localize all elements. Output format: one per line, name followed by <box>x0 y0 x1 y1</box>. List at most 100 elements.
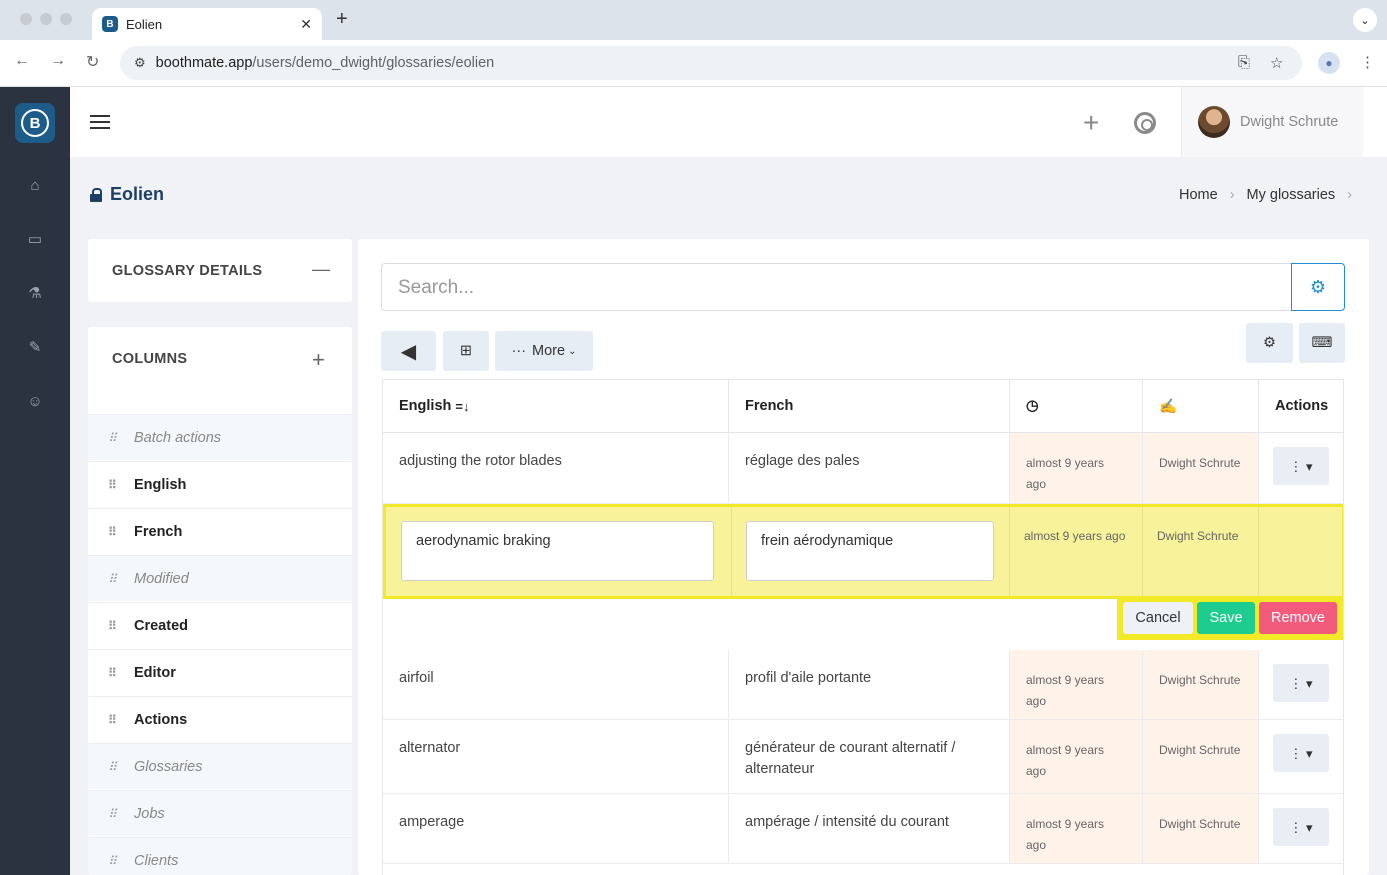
home-icon[interactable]: ⌂ <box>24 174 46 196</box>
glossary-main-card: Search... ⚙ ◀ ⊞ ··· More ⌄ ⚙ ⌨ English =… <box>358 239 1369 875</box>
english-cell: airfoil <box>383 650 729 720</box>
drag-handle-icon[interactable]: ⠿ <box>108 713 134 727</box>
column-toggle-item[interactable]: ⠿ Editor <box>88 649 352 695</box>
row-actions-dropdown-button[interactable]: ⋮ ▾ <box>1273 664 1329 702</box>
created-cell: almost 9 years ago <box>1010 720 1143 794</box>
gear-icon: ⚙ <box>1263 335 1276 351</box>
close-tab-icon[interactable]: ✕ <box>300 16 312 33</box>
editor-cell: Dwight Schrute <box>1143 433 1259 504</box>
reload-icon[interactable]: ↻ <box>86 52 99 72</box>
drag-handle-icon[interactable]: ⠿ <box>108 807 134 821</box>
column-toggle-label: Glossaries <box>134 758 203 775</box>
columns-title: COLUMNS <box>112 351 188 367</box>
add-column-button[interactable]: ⊞ <box>443 331 489 371</box>
site-info-icon[interactable]: ⚙ <box>134 55 146 71</box>
actions-cell: ⋮ ▾ <box>1259 650 1343 720</box>
url-field[interactable]: ⚙ boothmate.app/users/demo_dwight/glossa… <box>120 46 1302 80</box>
column-toggle-item[interactable]: ⠿ Jobs <box>88 790 352 836</box>
table-row-editing: aerodynamic braking frein aérodynamique al… <box>383 504 1343 599</box>
edit-action-bar: Cancel Save Remove <box>1117 596 1343 640</box>
column-toggle-item[interactable]: ⠿ Clients <box>88 837 352 875</box>
install-app-icon[interactable]: ⎘ <box>1238 54 1250 71</box>
column-toggle-item[interactable]: ⠿ Actions <box>88 696 352 742</box>
browser-tab[interactable]: B Eolien ✕ <box>92 8 322 40</box>
remove-button[interactable]: Remove <box>1259 602 1337 634</box>
chevron-right-icon: › <box>1347 187 1353 203</box>
lock-icon <box>90 187 102 202</box>
users-icon[interactable]: ☺ <box>24 390 46 412</box>
french-textarea[interactable]: frein aérodynamique <box>746 521 994 581</box>
drag-handle-icon[interactable]: ⠿ <box>108 619 134 633</box>
window-controls[interactable] <box>20 13 72 25</box>
clock-icon: ◷ <box>1026 398 1039 414</box>
more-label: More <box>532 343 566 359</box>
drag-handle-icon[interactable]: ⠿ <box>108 760 134 774</box>
column-toggle-item[interactable]: ⠿ Modified <box>88 555 352 601</box>
new-tab-icon[interactable]: + <box>336 8 348 31</box>
drag-handle-icon[interactable]: ⠿ <box>108 572 134 586</box>
editor-cell: Dwight Schrute <box>1143 650 1259 720</box>
hamburger-menu-icon[interactable] <box>90 115 110 129</box>
tab-title: Eolien <box>126 16 163 32</box>
page-title-text: Eolien <box>110 184 165 204</box>
back-icon[interactable]: ← <box>14 52 30 70</box>
browser-profile-icon[interactable]: ● <box>1318 52 1340 74</box>
row-actions-dropdown-button[interactable]: ⋮ ▾ <box>1273 447 1329 485</box>
french-cell: réglage des pales <box>729 433 1010 504</box>
user-menu[interactable]: Dwight Schrute <box>1181 87 1363 157</box>
browser-tab-bar: B Eolien ✕ + ⌄ <box>0 0 1387 40</box>
forward-icon[interactable]: → <box>50 52 66 70</box>
briefcase-icon[interactable]: ▭ <box>24 228 46 250</box>
english-cell: alternator <box>383 720 729 794</box>
back-arrow-button[interactable]: ◀ <box>381 331 436 371</box>
english-textarea[interactable]: aerodynamic braking <box>401 521 714 581</box>
column-header-created[interactable]: ◷ <box>1010 380 1143 433</box>
column-header-editor[interactable]: ✍ <box>1143 380 1259 433</box>
french-cell: ampérage / intensité du courant <box>729 794 1010 864</box>
row-actions-dropdown-button[interactable]: ⋮ ▾ <box>1273 808 1329 846</box>
page-title: Eolien <box>90 184 164 205</box>
column-header-english[interactable]: English =↓ <box>383 380 729 433</box>
column-toggle-item[interactable]: ⠿ English <box>88 461 352 507</box>
drag-handle-icon[interactable]: ⠿ <box>108 478 134 492</box>
bookmark-star-icon[interactable]: ☆ <box>1270 54 1283 72</box>
cancel-button[interactable]: Cancel <box>1123 602 1193 634</box>
column-toggle-item[interactable]: ⠿ French <box>88 508 352 554</box>
browser-menu-icon[interactable]: ⋮ <box>1360 53 1375 71</box>
collapse-icon[interactable]: — <box>312 259 330 280</box>
tab-search-icon[interactable]: ⌄ <box>1353 8 1377 32</box>
app-logo[interactable]: B <box>15 103 55 143</box>
chevron-down-icon: ⌄ <box>568 345 577 357</box>
circle-arrow-left-icon: ◀ <box>400 340 417 363</box>
column-header-french[interactable]: French <box>729 380 1010 433</box>
column-toggle-label: Jobs <box>134 805 165 822</box>
breadcrumb-my-glossaries[interactable]: My glossaries <box>1247 187 1336 203</box>
drag-handle-icon[interactable]: ⠿ <box>108 854 134 868</box>
column-toggle-item[interactable]: ⠿ Batch actions <box>88 414 352 460</box>
glossary-table: English =↓ French ◷ ✍ Actions adjusting … <box>382 379 1344 875</box>
keyboard-button[interactable]: ⌨ <box>1299 323 1345 363</box>
flask-icon[interactable]: ⚗ <box>24 282 46 304</box>
editor-cell: Dwight Schrute <box>1143 507 1259 596</box>
column-toggle-item[interactable]: ⠿ Created <box>88 602 352 648</box>
more-button[interactable]: ··· More ⌄ <box>495 331 593 371</box>
app-header: + Dwight Schrute <box>70 87 1387 157</box>
created-cell: almost 9 years ago <box>1010 650 1143 720</box>
add-column-icon[interactable]: + <box>312 347 325 373</box>
search-input[interactable]: Search... <box>381 263 1292 311</box>
add-icon[interactable]: + <box>1083 107 1099 139</box>
column-toggle-label: Editor <box>134 664 176 681</box>
tools-icon[interactable]: ✎ <box>24 336 46 358</box>
row-actions-dropdown-button[interactable]: ⋮ ▾ <box>1273 734 1329 772</box>
user-name: Dwight Schrute <box>1240 114 1339 130</box>
column-toggle-item[interactable]: ⠿ Glossaries <box>88 743 352 789</box>
table-settings-button[interactable]: ⚙ <box>1246 323 1293 363</box>
drag-handle-icon[interactable]: ⠿ <box>108 431 134 445</box>
breadcrumb-home[interactable]: Home <box>1179 187 1218 203</box>
help-lifebuoy-icon[interactable] <box>1134 112 1156 134</box>
actions-cell: ⋮ ▾ <box>1259 433 1343 504</box>
save-button[interactable]: Save <box>1197 602 1255 634</box>
drag-handle-icon[interactable]: ⠿ <box>108 525 134 539</box>
search-settings-icon[interactable]: ⚙ <box>1291 263 1345 311</box>
drag-handle-icon[interactable]: ⠿ <box>108 666 134 680</box>
